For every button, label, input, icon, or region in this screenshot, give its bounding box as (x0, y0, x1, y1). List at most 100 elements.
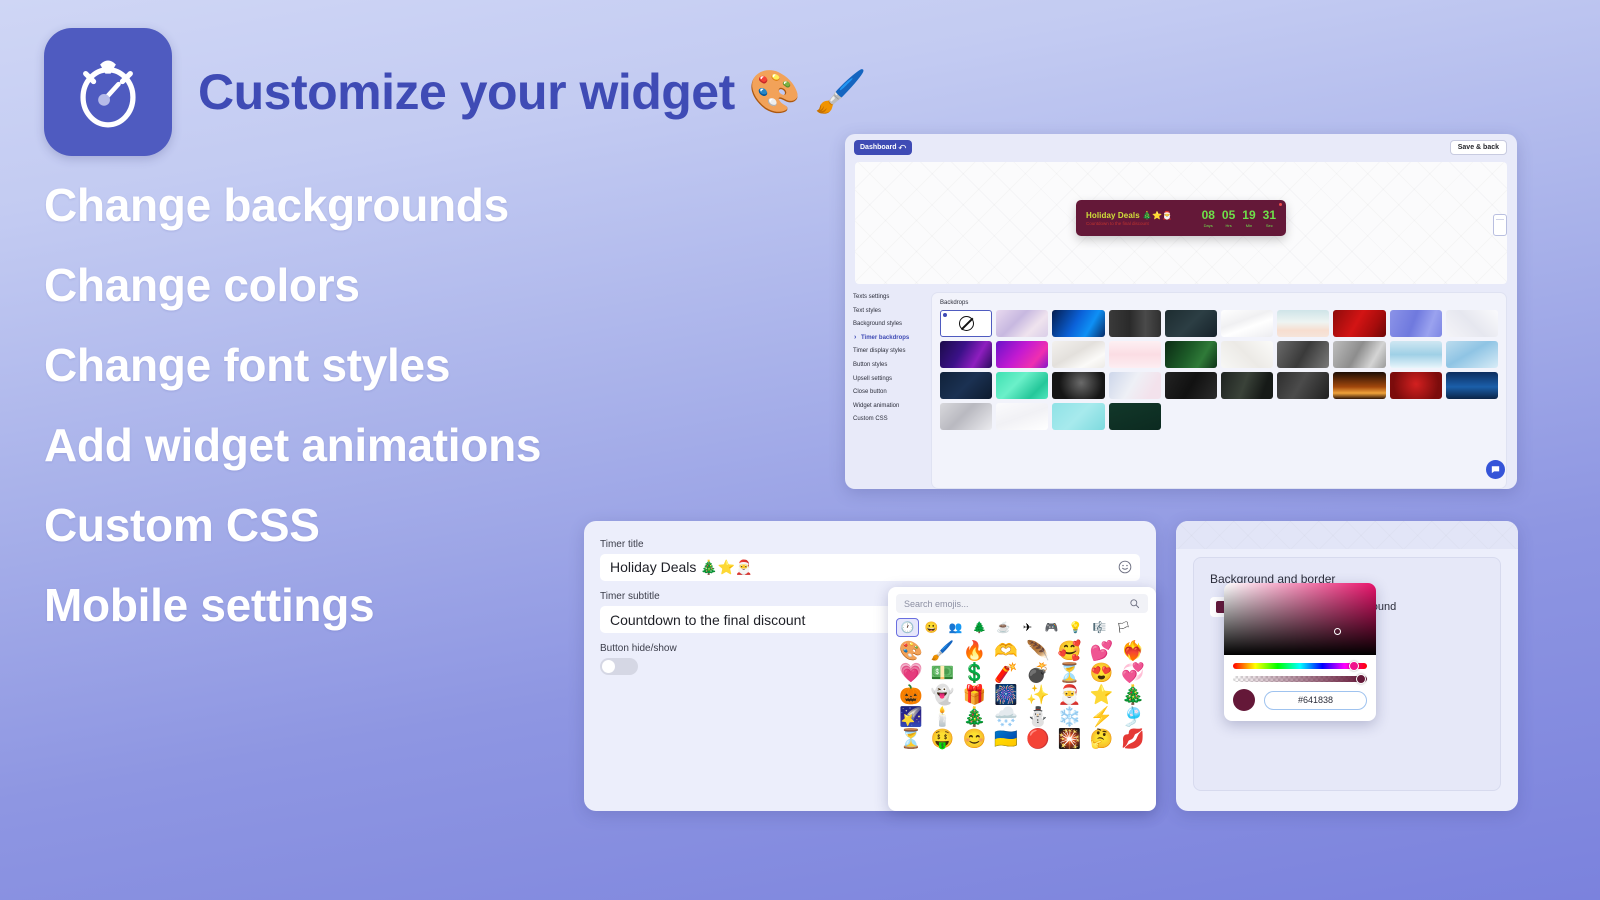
backdrop-tile-red-bokeh[interactable] (1389, 372, 1442, 399)
emoji-cell[interactable]: 🕯️ (928, 708, 958, 727)
emoji-cell[interactable]: 🎁 (960, 686, 990, 705)
emoji-cell[interactable]: 🌨️ (991, 708, 1021, 727)
emoji-search-input[interactable]: Search emojis... (896, 594, 1148, 613)
emoji-cell[interactable]: ⭐ (1087, 686, 1117, 705)
emoji-cell[interactable]: ❄️ (1055, 708, 1085, 727)
backdrop-tile-white-snow-dots[interactable] (996, 403, 1049, 430)
emoji-cell[interactable]: 🤔 (1087, 730, 1117, 749)
emoji-cell[interactable]: 💕 (1087, 642, 1117, 661)
backdrop-tile-dark-grain[interactable] (1108, 310, 1161, 337)
emoji-cell[interactable]: 💞 (1118, 664, 1148, 683)
emoji-category-nature[interactable]: 🌲 (968, 618, 991, 637)
emoji-cell[interactable]: ⚡ (1087, 708, 1117, 727)
backdrop-tile-magenta-glow[interactable] (996, 341, 1049, 368)
emoji-cell[interactable]: 🖌️ (928, 642, 958, 661)
emoji-category-flags[interactable]: 🏳 (1112, 618, 1135, 637)
emoji-cell[interactable]: 🎄 (960, 708, 990, 727)
button-hide-show-toggle[interactable] (600, 658, 638, 675)
backdrop-tile-green-aurora[interactable] (1164, 341, 1217, 368)
backdrop-tile-cyan-dots[interactable] (1052, 403, 1105, 430)
backdrop-tile-dark-stone[interactable] (1277, 372, 1330, 399)
emoji-cell[interactable]: 🇺🇦 (991, 730, 1021, 749)
backdrop-tile-lavender-clouds[interactable] (996, 310, 1049, 337)
backdrop-tile-gray-gradient[interactable] (1277, 341, 1330, 368)
backdrop-tile-silver-glitter[interactable] (940, 403, 993, 430)
hex-color-input[interactable]: #641838 (1264, 690, 1367, 710)
backdrop-tile-night-confetti[interactable] (940, 372, 993, 399)
backdrop-tile-mint-aurora[interactable] (996, 372, 1049, 399)
backdrop-tile-cream-silk[interactable] (1052, 341, 1105, 368)
sidebar-item-text-styles[interactable]: Text styles (853, 308, 927, 314)
sidebar-item-timer-display-styles[interactable]: Timer display styles (853, 348, 927, 354)
alpha-slider[interactable] (1233, 674, 1367, 684)
sidebar-item-background-styles[interactable]: Background styles (853, 321, 927, 327)
emoji-cell[interactable]: 🌠 (896, 708, 926, 727)
emoji-category-symbols[interactable]: 🎼 (1088, 618, 1111, 637)
emoji-category-recent[interactable]: 🕐 (896, 618, 919, 637)
timer-widget-preview[interactable]: Holiday Deals 🎄⭐🎅 Countdown to the final… (1076, 200, 1286, 236)
emoji-cell[interactable]: 🎨 (896, 642, 926, 661)
backdrop-tile-pastel-mist[interactable] (1108, 372, 1161, 399)
backdrop-tile-dark-teal-smoke[interactable] (1164, 310, 1217, 337)
close-icon[interactable] (1279, 203, 1282, 206)
emoji-cell[interactable]: 🤑 (928, 730, 958, 749)
emoji-cell[interactable]: ⛄ (1023, 708, 1053, 727)
emoji-cell[interactable]: 💵 (928, 664, 958, 683)
emoji-cell[interactable]: ❤️‍🔥 (1118, 642, 1148, 661)
mobile-device-icon[interactable] (1493, 214, 1507, 236)
backdrop-tile-blue-forest-night[interactable] (1445, 372, 1498, 399)
sidebar-item-custom-css[interactable]: Custom CSS (853, 416, 927, 422)
backdrop-tile-neon-purple-orbit[interactable] (940, 341, 993, 368)
emoji-cell[interactable]: 😊 (960, 730, 990, 749)
timer-title-input[interactable]: Holiday Deals 🎄⭐🎅 (600, 554, 1140, 581)
backdrop-tile-white-silk[interactable] (1221, 310, 1274, 337)
emoji-cell[interactable]: 🎆 (991, 686, 1021, 705)
emoji-cell[interactable]: 🎅 (1055, 686, 1085, 705)
backdrop-tile-dark-forest[interactable] (1221, 372, 1274, 399)
backdrop-tile-periwinkle-fabric[interactable] (1389, 310, 1442, 337)
emoji-cell[interactable]: 🎇 (1055, 730, 1085, 749)
emoji-cell[interactable]: ⏳ (1055, 664, 1085, 683)
emoji-cell[interactable]: 🪶 (1023, 642, 1053, 661)
emoji-cell[interactable]: 🔴 (1023, 730, 1053, 749)
backdrop-tile-pastel-sky[interactable] (1277, 310, 1330, 337)
hue-slider-knob[interactable] (1349, 661, 1359, 671)
sidebar-item-timer-backdrops[interactable]: Timer backdrops (853, 334, 927, 341)
emoji-cell[interactable]: 🔥 (960, 642, 990, 661)
hue-slider[interactable] (1233, 661, 1367, 671)
sidebar-item-upsell-settings[interactable]: Upsell settings (853, 376, 927, 382)
emoji-cell[interactable]: 🎃 (896, 686, 926, 705)
backdrop-tile-white-diamond[interactable] (1445, 310, 1498, 337)
emoji-category-smileys[interactable]: 😀 (920, 618, 943, 637)
backdrop-tile-winter-snow-scene[interactable] (1389, 341, 1442, 368)
saturation-handle[interactable] (1334, 628, 1341, 635)
backdrop-tile-snowflakes-blue[interactable] (1445, 341, 1498, 368)
backdrop-tile-blue-wave[interactable] (1052, 310, 1105, 337)
emoji-cell[interactable]: 🫶 (991, 642, 1021, 661)
backdrop-tile-none[interactable] (940, 310, 993, 337)
emoji-cell[interactable]: 💗 (896, 664, 926, 683)
emoji-category-food[interactable]: ☕ (992, 618, 1015, 637)
chat-bubble-icon[interactable] (1486, 460, 1505, 479)
emoji-cell[interactable]: ⏳ (896, 730, 926, 749)
emoji-category-travel[interactable]: ✈ (1016, 618, 1039, 637)
emoji-cell[interactable]: 😍 (1087, 664, 1117, 683)
sidebar-item-texts-settings[interactable]: Texts settings (853, 294, 927, 300)
backdrop-tile-pink-hearts[interactable] (1108, 341, 1161, 368)
emoji-category-objects[interactable]: 💡 (1064, 618, 1087, 637)
emoji-category-people[interactable]: 👥 (944, 618, 967, 637)
emoji-cell[interactable]: 🥰 (1055, 642, 1085, 661)
backdrop-tile-white-texture[interactable] (1221, 341, 1274, 368)
emoji-category-activities[interactable]: 🎮 (1040, 618, 1063, 637)
emoji-cell[interactable]: 💋 (1118, 730, 1148, 749)
emoji-cell[interactable]: 💣 (1023, 664, 1053, 683)
emoji-cell[interactable]: 🧨 (991, 664, 1021, 683)
dashboard-back-button[interactable]: Dashboard ⤺ (854, 140, 912, 155)
backdrop-tile-dark-green-solid[interactable] (1108, 403, 1161, 430)
emoji-cell[interactable]: 💲 (960, 664, 990, 683)
backdrop-tile-silver-smoke[interactable] (1333, 341, 1386, 368)
backdrop-tile-red-velvet[interactable] (1333, 310, 1386, 337)
smiley-face-icon[interactable] (1118, 560, 1132, 574)
save-and-back-button[interactable]: Save & back (1449, 140, 1507, 155)
backdrop-tile-warm-lanterns[interactable] (1333, 372, 1386, 399)
